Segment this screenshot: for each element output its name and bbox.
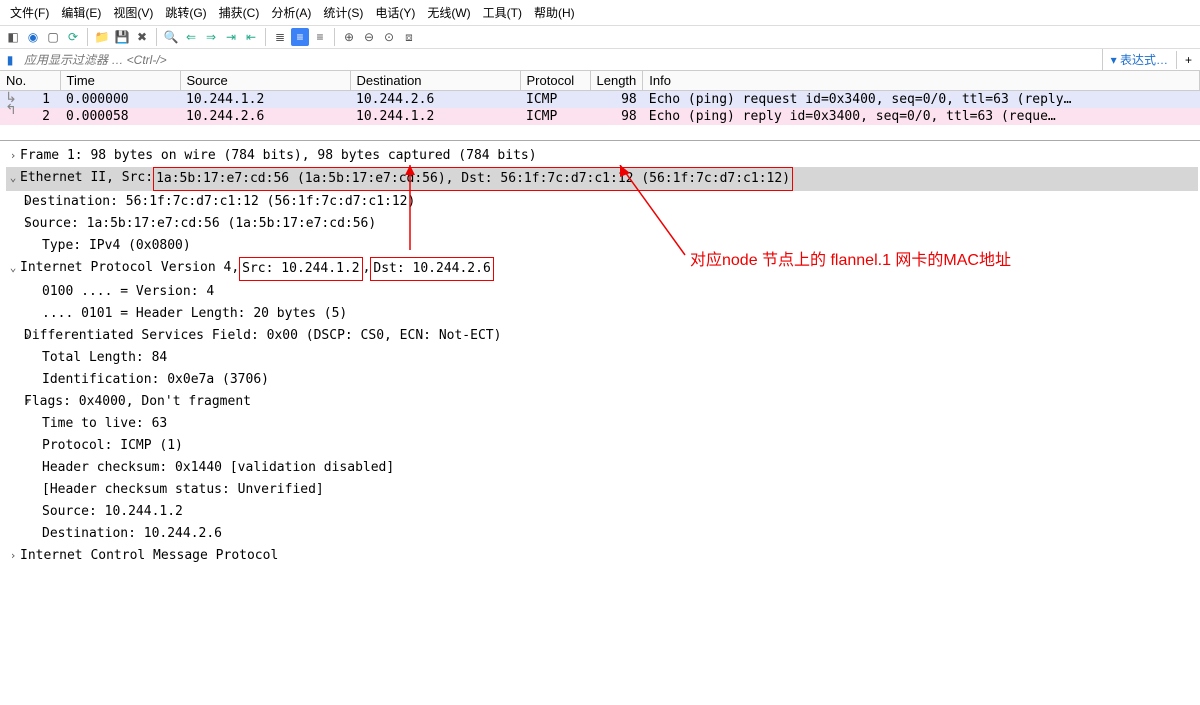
menu-item[interactable]: 帮助(H) <box>528 2 581 23</box>
menu-item[interactable]: 视图(V) <box>107 2 159 23</box>
packet-cell: 10.244.1.2 <box>350 108 520 125</box>
icmp-summary[interactable]: ›Internet Control Message Protocol <box>6 545 1198 567</box>
packet-row[interactable]: 20.00005810.244.2.610.244.1.2ICMP98Echo … <box>0 108 1200 125</box>
ip-checksum-status[interactable]: [Header checksum status: Unverified] <box>6 479 1198 501</box>
column-header[interactable]: Info <box>643 71 1200 91</box>
menu-item[interactable]: 跳转(G) <box>159 2 212 23</box>
expression-button[interactable]: ▾ 表达式… <box>1102 49 1176 70</box>
display-filter-input[interactable] <box>20 51 1102 69</box>
filter-bar: ▮ ▾ 表达式… + <box>0 49 1200 71</box>
menu-item[interactable]: 文件(F) <box>4 2 55 23</box>
packet-table[interactable]: No.TimeSourceDestinationProtocolLengthIn… <box>0 71 1200 125</box>
column-header[interactable]: Length <box>590 71 643 91</box>
tool-icon[interactable]: 📁 <box>93 28 111 46</box>
menu-item[interactable]: 工具(T) <box>477 2 528 23</box>
separator <box>156 28 157 46</box>
tool-icon[interactable]: ✖ <box>133 28 151 46</box>
column-header[interactable]: Source <box>180 71 350 91</box>
ip-src-box: Src: 10.244.1.2 <box>239 257 362 281</box>
packet-cell: ICMP <box>520 91 590 109</box>
ip-source[interactable]: Source: 10.244.1.2 <box>6 501 1198 523</box>
packet-cell: 10.244.2.6 <box>350 91 520 109</box>
ip-identification[interactable]: Identification: 0x0e7a (3706) <box>6 369 1198 391</box>
expand-icon[interactable]: › <box>6 145 20 167</box>
tool-icon[interactable]: ▢ <box>44 28 62 46</box>
bookmark-icon[interactable]: ▮ <box>0 53 20 67</box>
collapse-icon[interactable]: ⌄ <box>6 257 20 279</box>
separator <box>334 28 335 46</box>
packet-list-pane: ↳↰ No.TimeSourceDestinationProtocolLengt… <box>0 71 1200 141</box>
ip-destination[interactable]: Destination: 10.244.2.6 <box>6 523 1198 545</box>
packet-cell: Echo (ping) request id=0x3400, seq=0/0, … <box>643 91 1200 109</box>
column-header[interactable]: Protocol <box>520 71 590 91</box>
tool-icon[interactable]: 🔍 <box>162 28 180 46</box>
column-header[interactable]: No. <box>0 71 60 91</box>
add-filter-button[interactable]: + <box>1176 51 1200 69</box>
packet-cell: 10.244.1.2 <box>180 91 350 109</box>
ip-flags[interactable]: ›Flags: 0x4000, Don't fragment <box>6 391 1198 413</box>
expand-icon[interactable]: › <box>6 391 24 413</box>
expression-label: 表达式… <box>1120 53 1168 67</box>
menu-item[interactable]: 无线(W) <box>421 2 476 23</box>
tool-icon[interactable]: ⇒ <box>202 28 220 46</box>
ip-dst-box: Dst: 10.244.2.6 <box>370 257 493 281</box>
packet-cell: 98 <box>590 91 643 109</box>
menu-bar: 文件(F)编辑(E)视图(V)跳转(G)捕获(C)分析(A)统计(S)电话(Y)… <box>0 0 1200 26</box>
ip-checksum[interactable]: Header checksum: 0x1440 [validation disa… <box>6 457 1198 479</box>
menu-item[interactable]: 分析(A) <box>265 2 317 23</box>
ip-version[interactable]: 0100 .... = Version: 4 <box>6 281 1198 303</box>
expand-icon[interactable]: › <box>6 545 20 567</box>
expand-icon[interactable]: › <box>6 213 24 235</box>
ip-header-length[interactable]: .... 0101 = Header Length: 20 bytes (5) <box>6 303 1198 325</box>
packet-cell: 0.000058 <box>60 108 180 125</box>
annotation-arrow <box>395 165 425 255</box>
menu-item[interactable]: 捕获(C) <box>213 2 266 23</box>
packet-cell: Echo (ping) reply id=0x3400, seq=0/0, tt… <box>643 108 1200 125</box>
zoom-reset-icon[interactable]: ⊙ <box>380 28 398 46</box>
tool-icon[interactable]: ◉ <box>24 28 42 46</box>
ip-total-length[interactable]: Total Length: 84 <box>6 347 1198 369</box>
tool-icon[interactable]: ⧈ <box>400 28 418 46</box>
menu-item[interactable]: 编辑(E) <box>55 2 107 23</box>
tool-icon[interactable]: ⇥ <box>222 28 240 46</box>
menu-item[interactable]: 电话(Y) <box>369 2 421 23</box>
tool-icon[interactable]: ⇤ <box>242 28 260 46</box>
tool-icon[interactable]: ⟳ <box>64 28 82 46</box>
eth-src-dst-box: 1a:5b:17:e7:cd:56 (1a:5b:17:e7:cd:56), D… <box>153 167 793 191</box>
column-header[interactable]: Time <box>60 71 180 91</box>
tool-icon[interactable]: ≡ <box>311 28 329 46</box>
separator <box>87 28 88 46</box>
zoom-in-icon[interactable]: ⊕ <box>340 28 358 46</box>
packet-direction-icons: ↳↰ <box>2 89 20 117</box>
annotation-label: 对应node 节点上的 flannel.1 网卡的MAC地址 <box>690 250 1011 272</box>
tool-icon[interactable]: ⇐ <box>182 28 200 46</box>
tool-icon[interactable]: 💾 <box>113 28 131 46</box>
collapse-icon[interactable]: ⌄ <box>6 167 20 189</box>
packet-row[interactable]: 10.00000010.244.1.210.244.2.6ICMP98Echo … <box>0 91 1200 109</box>
annotation-arrow <box>560 165 690 260</box>
tool-icon[interactable]: ≣ <box>271 28 289 46</box>
column-header[interactable]: Destination <box>350 71 520 91</box>
packet-cell: 0.000000 <box>60 91 180 109</box>
ip-dscp[interactable]: ›Differentiated Services Field: 0x00 (DS… <box>6 325 1198 347</box>
expand-icon[interactable]: › <box>6 325 24 347</box>
tool-icon[interactable]: ◧ <box>4 28 22 46</box>
packet-cell: ICMP <box>520 108 590 125</box>
tool-icon[interactable]: ≡ <box>291 28 309 46</box>
separator <box>265 28 266 46</box>
frame-summary[interactable]: ›Frame 1: 98 bytes on wire (784 bits), 9… <box>6 145 1198 167</box>
menu-item[interactable]: 统计(S) <box>317 2 369 23</box>
ip-ttl[interactable]: Time to live: 63 <box>6 413 1198 435</box>
main-toolbar: ◧ ◉ ▢ ⟳ 📁 💾 ✖ 🔍 ⇐ ⇒ ⇥ ⇤ ≣ ≡ ≡ ⊕ ⊖ ⊙ ⧈ <box>0 26 1200 49</box>
zoom-out-icon[interactable]: ⊖ <box>360 28 378 46</box>
expand-icon[interactable]: › <box>6 191 24 213</box>
packet-details-pane[interactable]: ›Frame 1: 98 bytes on wire (784 bits), 9… <box>0 141 1200 571</box>
ip-summary[interactable]: ⌄Internet Protocol Version 4, Src: 10.24… <box>6 257 1198 281</box>
ip-protocol[interactable]: Protocol: ICMP (1) <box>6 435 1198 457</box>
packet-cell: 10.244.2.6 <box>180 108 350 125</box>
packet-cell: 98 <box>590 108 643 125</box>
